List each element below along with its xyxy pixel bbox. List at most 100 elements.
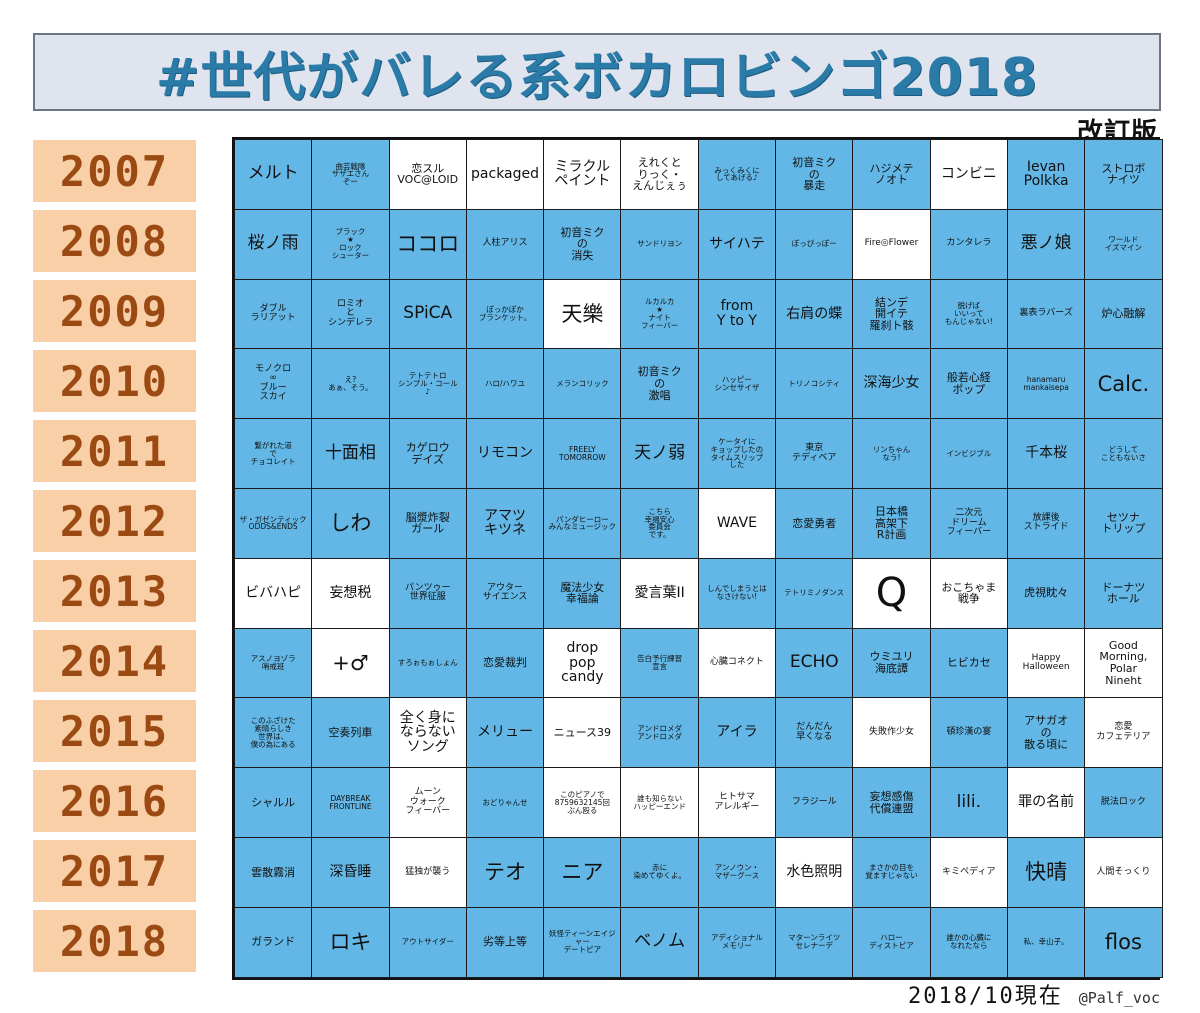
bingo-cell[interactable]: メリュー: [465, 697, 545, 769]
bingo-cell[interactable]: 脱げば いいって もんじゃない!: [929, 278, 1008, 350]
bingo-cell[interactable]: アウター サイエンス: [465, 557, 545, 629]
bingo-cell[interactable]: 悪ノ娘: [1006, 208, 1086, 280]
bingo-cell[interactable]: ケータイに キョップしたの タイムスリップ した: [697, 418, 777, 489]
bingo-cell[interactable]: ハロ/ハワユ: [465, 348, 545, 420]
bingo-cell[interactable]: アンノウン・ マザーグース: [697, 836, 777, 908]
bingo-cell[interactable]: 脳漿炸裂 ガール: [388, 487, 467, 559]
bingo-cell[interactable]: 恋スル VOC@LOID: [388, 139, 467, 210]
bingo-cell[interactable]: 十面相: [311, 418, 390, 489]
bingo-cell[interactable]: テトテトロ シンプル・コール ♪: [388, 348, 467, 420]
bingo-cell[interactable]: ストロボ ナイツ: [1084, 139, 1163, 210]
bingo-cell[interactable]: 結ンデ 開イテ 羅刹ト骸: [852, 278, 931, 350]
bingo-cell[interactable]: Happy Halloween: [1006, 627, 1086, 699]
bingo-cell[interactable]: ぽっかぽか ブランケット。: [465, 278, 545, 350]
bingo-cell[interactable]: コンビニ: [929, 139, 1008, 210]
bingo-cell[interactable]: リモコン: [465, 418, 545, 489]
bingo-cell[interactable]: 頓珍漢の宴: [929, 697, 1008, 769]
bingo-cell[interactable]: サイハテ: [697, 208, 777, 280]
bingo-cell[interactable]: このピアノで 8759632145回 ぶん殴る: [543, 767, 622, 838]
bingo-cell[interactable]: packaged: [465, 139, 545, 210]
bingo-cell[interactable]: 裏表ラバーズ: [1006, 278, 1086, 350]
bingo-cell[interactable]: カゲロウ デイズ: [388, 418, 467, 489]
bingo-cell[interactable]: ドーナツ ホール: [1084, 557, 1163, 629]
bingo-cell[interactable]: Fire◎Flower: [852, 208, 931, 280]
bingo-cell[interactable]: アスノヨゾラ 哨戒班: [233, 627, 313, 699]
bingo-cell[interactable]: しんでしまうとは なさけない!: [697, 557, 777, 629]
bingo-cell[interactable]: 告白予行練習 宣言: [620, 627, 699, 699]
bingo-cell[interactable]: 人柱アリス: [465, 208, 545, 280]
bingo-cell[interactable]: 水色照明: [775, 836, 854, 908]
bingo-cell[interactable]: 愛言葉II: [620, 557, 699, 629]
bingo-cell[interactable]: 恋愛裁判: [465, 627, 545, 699]
bingo-cell[interactable]: ビバハピ: [233, 557, 313, 629]
bingo-cell[interactable]: 繋がれた道 で チョコレイト: [233, 418, 313, 489]
bingo-cell[interactable]: ミラクル ペイント: [543, 139, 622, 210]
bingo-cell[interactable]: 雲散霧消: [233, 836, 313, 908]
bingo-cell[interactable]: 東京 テディベア: [775, 418, 854, 489]
bingo-cell[interactable]: セツナ トリップ: [1084, 487, 1163, 559]
bingo-cell[interactable]: ザ・ガゼンティック ODDS&ENDS: [233, 487, 313, 559]
bingo-cell[interactable]: 妄想感傷 代償連盟: [852, 767, 931, 838]
bingo-cell[interactable]: マターンライツ セレナーデ: [775, 906, 854, 978]
bingo-cell[interactable]: ベノム: [620, 906, 699, 978]
bingo-cell[interactable]: このふざけた 素晴らしき 世界は、 僕の為にある: [233, 697, 313, 769]
bingo-cell[interactable]: ECHO: [775, 627, 854, 699]
bingo-cell[interactable]: FREELY TOMORROW: [543, 418, 622, 489]
bingo-cell[interactable]: しわ: [311, 487, 390, 559]
bingo-cell[interactable]: 私、幸山子。: [1006, 906, 1086, 978]
bingo-cell[interactable]: Q: [852, 557, 931, 629]
bingo-cell[interactable]: ココロ: [388, 208, 467, 280]
bingo-cell[interactable]: Ievan Polkka: [1006, 139, 1086, 210]
bingo-cell[interactable]: アマツ キツネ: [465, 487, 545, 559]
bingo-cell[interactable]: Calc.: [1084, 348, 1163, 420]
bingo-cell[interactable]: SPiCA: [388, 278, 467, 350]
bingo-cell[interactable]: えれくと りっく・ えんじぇぅ: [620, 139, 699, 210]
bingo-cell[interactable]: lili.: [929, 767, 1008, 838]
bingo-cell[interactable]: 天ノ弱: [620, 418, 699, 489]
bingo-cell[interactable]: 猛独が襲う: [388, 836, 467, 908]
bingo-cell[interactable]: ニュース39: [543, 697, 622, 769]
bingo-cell[interactable]: 千本桜: [1006, 418, 1086, 489]
bingo-cell[interactable]: おこちゃま 戦争: [929, 557, 1008, 629]
bingo-cell[interactable]: 初音ミク の 消失: [543, 208, 622, 280]
bingo-cell[interactable]: 罪の名前: [1006, 767, 1086, 838]
bingo-cell[interactable]: アディショナル メモリー: [697, 906, 777, 978]
bingo-cell[interactable]: 天樂: [543, 278, 622, 350]
bingo-cell[interactable]: ぽっぴっぽー: [775, 208, 854, 280]
bingo-cell[interactable]: ヒトサマ アレルギー: [697, 767, 777, 838]
bingo-cell[interactable]: 誰も知らない ハッピーエンド: [620, 767, 699, 838]
bingo-cell[interactable]: DAYBREAK FRONTLINE: [311, 767, 390, 838]
bingo-cell[interactable]: 恋愛勇者: [775, 487, 854, 559]
bingo-cell[interactable]: パンダヒーロー みんなミュージック: [543, 487, 622, 559]
bingo-cell[interactable]: 深海少女: [852, 348, 931, 420]
bingo-cell[interactable]: 失敗作少女: [852, 697, 931, 769]
bingo-cell[interactable]: テオ: [465, 836, 545, 908]
bingo-cell[interactable]: 魔法少女 幸福論: [543, 557, 622, 629]
bingo-cell[interactable]: 深昏睡: [311, 836, 390, 908]
bingo-cell[interactable]: 炉心融解: [1084, 278, 1163, 350]
bingo-cell[interactable]: アイラ: [697, 697, 777, 769]
bingo-cell[interactable]: ハジメテ ノオト: [852, 139, 931, 210]
bingo-cell[interactable]: こちら 幸福安心 委員会 です。: [620, 487, 699, 559]
bingo-cell[interactable]: 般若心経 ポップ: [929, 348, 1008, 420]
bingo-cell[interactable]: 人間そっくり: [1084, 836, 1163, 908]
bingo-cell[interactable]: 心臓コネクト: [697, 627, 777, 699]
bingo-cell[interactable]: ワールド イズマイン: [1084, 208, 1163, 280]
bingo-cell[interactable]: ヒビカセ: [929, 627, 1008, 699]
bingo-cell[interactable]: 妖怪ティーンエイジャー デートピア: [543, 906, 622, 978]
bingo-cell[interactable]: 曲芸戦隊 サザエさん ぞー: [311, 139, 390, 210]
bingo-cell[interactable]: モノクロ ∞ ブルー スカイ: [233, 348, 313, 420]
bingo-cell[interactable]: ダブル ラリアット: [233, 278, 313, 350]
bingo-cell[interactable]: みっくみくに してあげる♪: [697, 139, 777, 210]
bingo-cell[interactable]: 誰かの心臓に なれたなら: [929, 906, 1008, 978]
bingo-cell[interactable]: ウミユリ 海底譚: [852, 627, 931, 699]
bingo-cell[interactable]: hanamaru mankaisepa: [1006, 348, 1086, 420]
bingo-cell[interactable]: サンドリヨン: [620, 208, 699, 280]
bingo-cell[interactable]: キミペディア: [929, 836, 1008, 908]
bingo-cell[interactable]: +♂: [311, 627, 390, 699]
bingo-cell[interactable]: 劣等上等: [465, 906, 545, 978]
bingo-cell[interactable]: ロキ: [311, 906, 390, 978]
bingo-cell[interactable]: 初音ミク の 激唱: [620, 348, 699, 420]
bingo-cell[interactable]: シャルル: [233, 767, 313, 838]
bingo-cell[interactable]: テトリミノダンス: [775, 557, 854, 629]
